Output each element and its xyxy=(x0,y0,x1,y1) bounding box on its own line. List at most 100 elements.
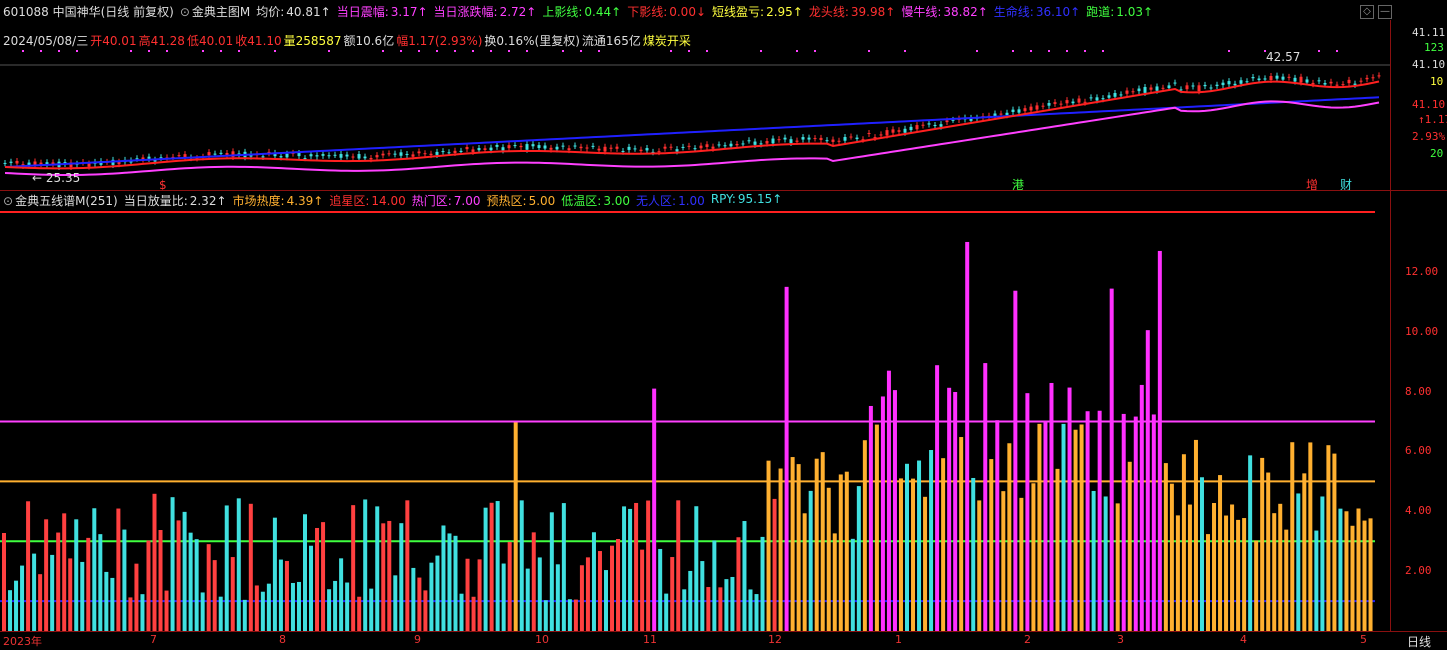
candle-body xyxy=(9,161,13,163)
volume-ratio-bar xyxy=(856,486,861,631)
price-chart[interactable] xyxy=(0,45,1390,190)
candle-body xyxy=(321,154,325,156)
volume-ratio-bar xyxy=(1073,429,1078,631)
header-item-value: 0.44↑ xyxy=(584,5,622,19)
candle-body xyxy=(489,147,493,151)
volume-ratio-bar xyxy=(658,548,663,631)
volume-ratio-bar xyxy=(923,496,928,631)
candle-body xyxy=(621,150,625,152)
volume-ratio-bar xyxy=(1109,288,1114,631)
lower-item-label: 市场热度: xyxy=(232,194,285,208)
candle-body xyxy=(477,148,481,151)
volume-ratio-bar xyxy=(1037,423,1042,631)
diamond-icon[interactable]: ◇ xyxy=(1360,5,1374,19)
volume-ratio-bar xyxy=(465,558,470,631)
signal-dot xyxy=(328,50,330,52)
candle-body xyxy=(1041,105,1045,107)
slow-bull-line xyxy=(4,100,1380,177)
volume-ratio-bar xyxy=(935,365,940,631)
signal-dot xyxy=(814,50,816,52)
volume-ratio-bar xyxy=(850,538,855,631)
volume-ratio-bar xyxy=(1181,454,1186,631)
candle-body xyxy=(405,153,409,155)
candle-body xyxy=(615,146,619,149)
candle-body xyxy=(543,145,547,149)
volume-ratio-bar xyxy=(1175,515,1180,631)
candle-body xyxy=(1089,97,1093,99)
candle-body xyxy=(1035,105,1039,110)
signal-dot xyxy=(580,50,582,52)
volume-ratio-bar xyxy=(423,590,428,631)
signal-dot xyxy=(688,50,690,52)
candle-body xyxy=(789,139,793,143)
volume-ratio-bar xyxy=(489,502,494,631)
volume-ratio-bar xyxy=(152,493,157,631)
volume-indicator-chart[interactable] xyxy=(0,207,1390,631)
volume-ratio-bar xyxy=(278,559,283,631)
volume-ratio-bar xyxy=(1326,445,1331,631)
volume-ratio-bar xyxy=(375,506,380,631)
volume-ratio-bar xyxy=(1043,421,1048,631)
candle-body xyxy=(1107,95,1111,98)
volume-ratio-bar xyxy=(411,567,416,631)
candle-body xyxy=(1221,82,1225,86)
signal-dot xyxy=(508,50,510,52)
volume-ratio-bar xyxy=(333,580,338,631)
volume-ratio-bar xyxy=(14,580,19,631)
volume-ratio-bar xyxy=(1169,483,1174,631)
candle-body xyxy=(567,148,571,151)
volume-ratio-bar xyxy=(754,594,759,631)
indicator-settings-icon[interactable]: ⊙ xyxy=(180,5,190,19)
volume-ratio-bar xyxy=(604,570,608,631)
volume-ratio-bar xyxy=(1224,515,1229,631)
candle-body xyxy=(3,162,7,164)
volume-ratio-bar xyxy=(905,463,909,631)
candle-body xyxy=(1317,80,1321,82)
candle-body xyxy=(1137,88,1141,92)
time-axis-label: 9 xyxy=(414,633,421,646)
lower-axis-tick: 4.00 xyxy=(1405,504,1432,518)
signal-dot xyxy=(1048,50,1050,52)
volume-ratio-bar xyxy=(874,424,879,631)
candle-body xyxy=(555,146,559,150)
volume-ratio-bar xyxy=(724,579,729,631)
volume-ratio-bar xyxy=(483,507,488,631)
candle-body xyxy=(531,144,535,147)
volume-ratio-bar xyxy=(531,532,536,631)
volume-ratio-bar xyxy=(1236,519,1241,631)
high-price-label: 42.57 xyxy=(1266,50,1301,64)
volume-ratio-bar xyxy=(8,590,13,631)
volume-ratio-bar xyxy=(1230,504,1235,631)
period-label[interactable]: 日线 xyxy=(1407,633,1431,650)
minimize-icon[interactable]: — xyxy=(1378,5,1392,19)
candle-body xyxy=(639,149,643,152)
time-axis-label: 5 xyxy=(1360,633,1367,646)
volume-ratio-bar xyxy=(507,541,512,631)
volume-ratio-bar xyxy=(1061,423,1066,631)
header-bar: 601088 中国神华(日线 前复权) ⊙ 金典主图M 均价: 40.81↑ 当日震… xyxy=(3,3,1165,20)
signal-dot xyxy=(274,50,276,52)
signal-dot xyxy=(760,50,762,52)
candle-body xyxy=(1113,93,1117,97)
volume-ratio-bar xyxy=(525,568,530,631)
volume-ratio-bar xyxy=(616,539,621,631)
header-item-value: 0.00↓ xyxy=(669,5,707,19)
candle-body xyxy=(441,151,445,153)
volume-ratio-bar xyxy=(1193,439,1198,631)
candle-body xyxy=(795,140,799,142)
volume-ratio-bar xyxy=(1314,530,1319,631)
candle-body xyxy=(1329,81,1333,84)
lower-axis-tick: 6.00 xyxy=(1405,444,1432,458)
volume-ratio-bar xyxy=(405,500,410,631)
volume-ratio-bar xyxy=(1091,490,1096,631)
lower-settings-icon[interactable]: ⊙ xyxy=(3,194,13,208)
stock-title[interactable]: 601088 中国神华(日线 前复权) xyxy=(3,3,174,20)
main-indicator-name[interactable]: 金典主图M xyxy=(192,3,250,20)
lower-item-label: 预热区: xyxy=(486,194,527,208)
candle-body xyxy=(705,144,709,148)
candle-body xyxy=(1011,109,1015,112)
lower-item-label: 低温区: xyxy=(561,194,602,208)
volume-ratio-bar xyxy=(194,539,199,631)
candle-body xyxy=(471,149,475,152)
volume-ratio-bar xyxy=(1254,540,1259,631)
